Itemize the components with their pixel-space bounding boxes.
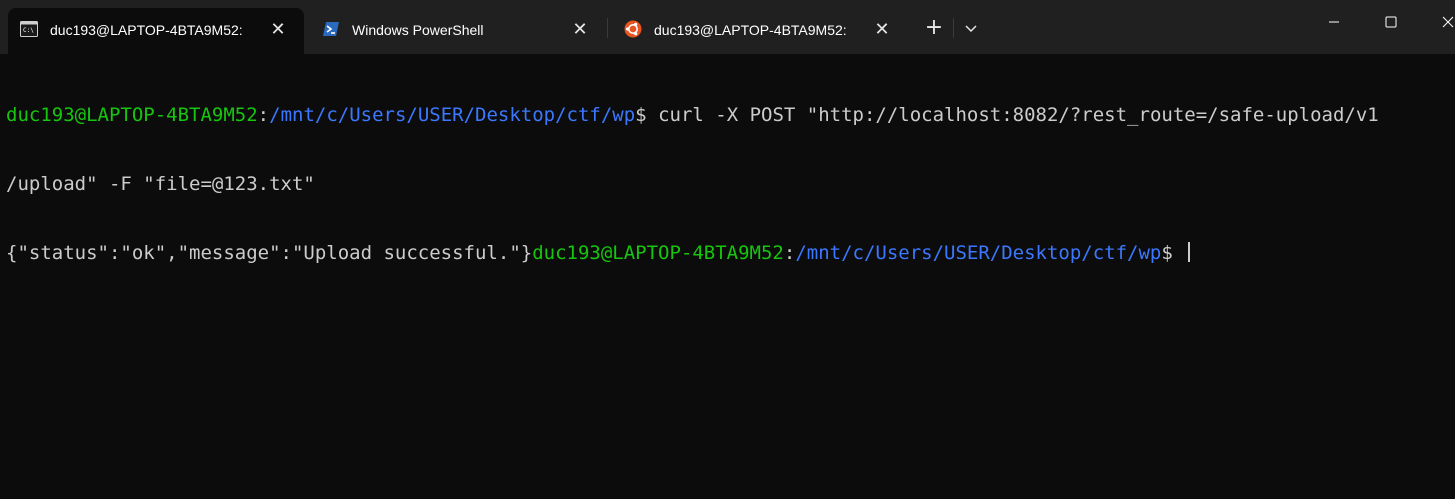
tab-windows-powershell[interactable]: Windows PowerShell ✕ <box>310 8 606 54</box>
terminal-output[interactable]: duc193@LAPTOP-4BTA9M52:/mnt/c/Users/USER… <box>0 54 1455 499</box>
command-text-continued: /upload" -F "file=@123.txt" <box>6 173 315 195</box>
tab-divider <box>607 18 608 38</box>
terminal-line-3: {"status":"ok","message":"Upload success… <box>6 242 1455 265</box>
tab-terminal-1[interactable]: C:\ duc193@LAPTOP-4BTA9M52: ✕ <box>8 8 304 54</box>
minimize-button[interactable] <box>1304 0 1364 44</box>
prompt-user-host: duc193@LAPTOP-4BTA9M52 <box>6 104 258 126</box>
tab-label: duc193@LAPTOP-4BTA9M52: ~ <box>654 22 850 38</box>
prompt-symbol: $ <box>1161 242 1185 264</box>
minimize-icon <box>1329 21 1339 23</box>
command-output: {"status":"ok","message":"Upload success… <box>6 242 533 264</box>
powershell-icon <box>323 22 339 36</box>
prompt-colon: : <box>257 104 270 126</box>
maximize-button[interactable] <box>1361 0 1421 44</box>
terminal-icon: C:\ <box>20 21 38 37</box>
tab-label: duc193@LAPTOP-4BTA9M52: <box>50 22 243 38</box>
new-tab-button[interactable]: + <box>920 16 948 40</box>
prompt-user-host: duc193@LAPTOP-4BTA9M52 <box>532 242 784 264</box>
svg-text:C:\: C:\ <box>23 27 34 34</box>
close-tab-icon[interactable]: ✕ <box>268 19 288 39</box>
close-window-button[interactable] <box>1418 0 1455 44</box>
tab-label: Windows PowerShell <box>352 22 484 38</box>
ubuntu-icon <box>624 20 642 38</box>
close-tab-icon[interactable]: ✕ <box>872 19 892 39</box>
prompt-colon: : <box>783 242 796 264</box>
terminal-line-2: /upload" -F "file=@123.txt" <box>6 173 1455 196</box>
chevron-down-icon[interactable] <box>960 18 982 38</box>
command-text: curl -X POST "http://localhost:8082/?res… <box>658 104 1379 126</box>
prompt-path: /mnt/c/Users/USER/Desktop/ctf/wp <box>795 242 1162 264</box>
text-cursor <box>1188 242 1191 262</box>
maximize-icon <box>1385 16 1397 28</box>
prompt-path: /mnt/c/Users/USER/Desktop/ctf/wp <box>269 104 636 126</box>
title-bar: C:\ duc193@LAPTOP-4BTA9M52: ✕ Windows Po… <box>0 0 1455 54</box>
close-icon <box>1442 16 1454 28</box>
close-tab-icon[interactable]: ✕ <box>570 19 590 39</box>
tab-ubuntu[interactable]: duc193@LAPTOP-4BTA9M52: ~ ✕ <box>612 8 908 54</box>
prompt-symbol: $ <box>635 104 659 126</box>
tab-divider <box>953 18 954 38</box>
terminal-line-1: duc193@LAPTOP-4BTA9M52:/mnt/c/Users/USER… <box>6 104 1455 127</box>
